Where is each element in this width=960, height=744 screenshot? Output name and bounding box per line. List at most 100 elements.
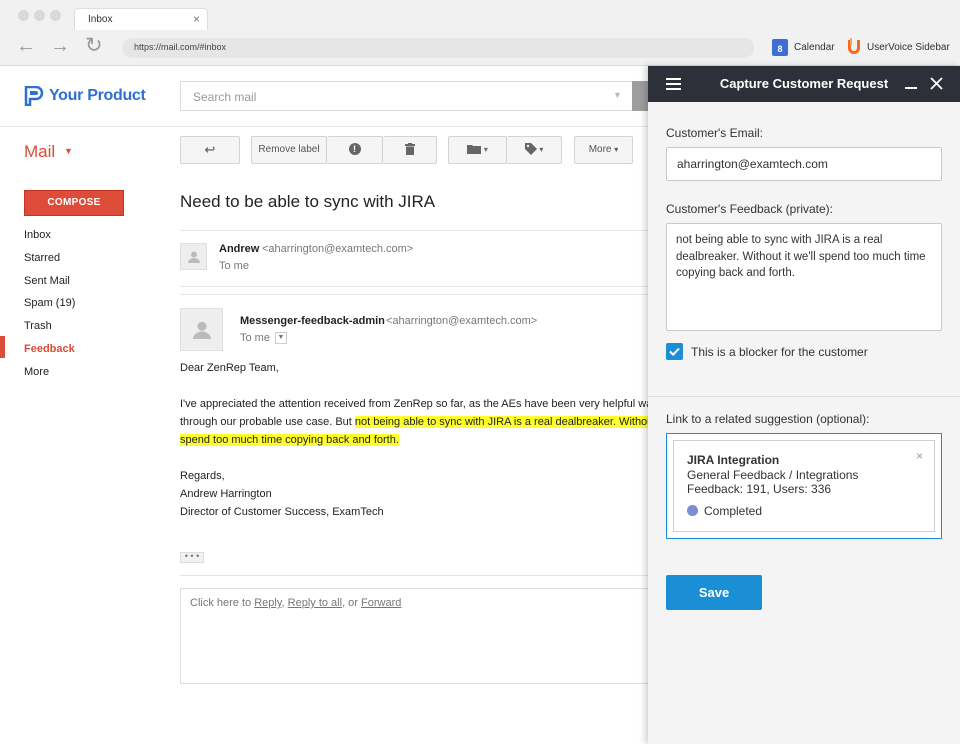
email-body-line: through our probable use case. But not b… — [180, 416, 665, 428]
email-body-line: I've appreciated the attention received … — [180, 398, 663, 410]
move-to-button[interactable]: ▾ — [448, 136, 507, 164]
chevron-down-icon: ▾ — [539, 145, 544, 154]
active-nav-indicator — [0, 336, 5, 358]
sidebar-item-feedback[interactable]: Feedback — [24, 343, 75, 355]
blocker-checkbox-label[interactable]: This is a blocker for the customer — [691, 345, 868, 359]
email-body-text: through our probable use case. But — [180, 416, 355, 428]
back-icon[interactable]: ← — [16, 36, 36, 56]
message-divider — [180, 286, 648, 287]
email-signoff: Regards, — [180, 470, 225, 482]
remove-label-button[interactable]: Remove label — [251, 136, 327, 164]
forward-icon[interactable]: → — [50, 36, 70, 56]
email-signature-title: Director of Customer Success, ExamTech — [180, 506, 384, 518]
feedback-field-label: Customer's Feedback (private): — [666, 202, 834, 216]
suggestion-picker[interactable]: JIRA Integration General Feedback / Inte… — [666, 433, 942, 539]
close-icon[interactable] — [930, 77, 943, 90]
show-details-icon[interactable]: ▼ — [275, 332, 287, 344]
delete-button[interactable] — [383, 136, 437, 164]
labels-button[interactable]: ▾ — [507, 136, 562, 164]
sidebar-item-starred[interactable]: Starred — [24, 252, 60, 264]
chevron-down-icon: ▾ — [614, 145, 619, 154]
sidebar-item-inbox[interactable]: Inbox — [24, 229, 51, 241]
brand-name[interactable]: Your Product — [49, 87, 146, 105]
uservoice-extension-label[interactable]: UserVoice Sidebar — [867, 42, 950, 53]
search-input[interactable]: Search mail ▼ — [180, 81, 650, 111]
reply-prefix: Click here to — [190, 597, 255, 609]
sidebar-item-more[interactable]: More — [24, 366, 49, 378]
browser-chrome: Inbox × ← → ↻ https://mail.com/#inbox 8 … — [0, 0, 960, 66]
sidebar-item-spam[interactable]: Spam (19) — [24, 297, 75, 309]
tab-close-icon[interactable]: × — [193, 12, 200, 26]
sender-name[interactable]: Andrew — [219, 243, 259, 255]
window-zoom-dot[interactable] — [50, 10, 61, 21]
tab-title: Inbox — [88, 14, 113, 25]
feedback-textarea[interactable]: not being able to sync with JIRA is a re… — [666, 223, 942, 331]
feedback-textarea-value: not being able to sync with JIRA is a re… — [676, 234, 926, 279]
reply-icon: ↩ — [204, 142, 216, 157]
sender-name[interactable]: Messenger-feedback-admin — [240, 315, 385, 327]
message-divider — [180, 230, 648, 231]
status-dot-icon — [687, 505, 698, 516]
compose-button[interactable]: COMPOSE — [24, 190, 124, 216]
more-actions-button[interactable]: More ▾ — [574, 136, 633, 164]
recipient-label: To me — [219, 260, 249, 272]
highlighted-text: not being able to sync with JIRA is a re… — [354, 416, 665, 428]
remove-label-text: Remove label — [258, 144, 320, 155]
window-close-dot[interactable] — [18, 10, 29, 21]
show-trimmed-content-button[interactable]: • • • — [180, 552, 204, 563]
report-spam-icon: ! — [348, 143, 361, 156]
email-subject: Need to be able to sync with JIRA — [180, 192, 436, 211]
browser-tab[interactable]: Inbox × — [74, 8, 208, 30]
checkmark-icon — [669, 347, 680, 357]
reply-box[interactable]: Click here to Reply, Reply to all, or Fo… — [180, 588, 648, 684]
calendar-icon[interactable]: 8 — [772, 39, 788, 56]
panel-divider — [648, 396, 960, 397]
more-actions-label: More — [588, 144, 612, 155]
window-minimize-dot[interactable] — [34, 10, 45, 21]
address-bar[interactable]: https://mail.com/#inbox — [122, 38, 754, 58]
calendar-extension-label[interactable]: Calendar — [794, 42, 835, 53]
highlighted-text: spend too much time copying back and for… — [180, 434, 399, 446]
sidebar-item-trash[interactable]: Trash — [24, 320, 52, 332]
blocker-checkbox[interactable] — [666, 343, 683, 360]
avatar — [180, 243, 207, 270]
reply-link[interactable]: Reply — [254, 597, 281, 609]
remove-suggestion-icon[interactable]: × — [916, 449, 923, 463]
url-text: https://mail.com/#inbox — [134, 42, 227, 52]
reply-all-link[interactable]: Reply to all — [288, 597, 342, 609]
report-spam-button[interactable]: ! — [327, 136, 383, 164]
status-badge: Completed — [704, 504, 763, 518]
recipient-label: To me — [240, 332, 270, 344]
brand-logo-icon[interactable] — [24, 86, 46, 106]
search-placeholder: Search mail — [193, 90, 257, 104]
capture-request-panel: Capture Customer Request Customer's Emai… — [648, 66, 960, 744]
trash-icon — [404, 143, 415, 156]
chevron-down-icon[interactable]: ▼ — [64, 146, 73, 156]
sender-email: <aharrington@examtech.com> — [386, 315, 538, 327]
email-body-greeting: Dear ZenRep Team, — [180, 362, 279, 374]
forward-link[interactable]: Forward — [361, 597, 401, 609]
reply-button[interactable]: ↩ — [180, 136, 240, 164]
suggestion-stats: Feedback: 191, Users: 336 — [687, 482, 832, 496]
uservoice-icon[interactable] — [846, 38, 862, 56]
message-divider — [180, 294, 648, 295]
message-divider — [180, 575, 648, 576]
avatar — [180, 308, 223, 351]
suggestion-card[interactable]: JIRA Integration General Feedback / Inte… — [673, 440, 935, 532]
minimize-icon[interactable] — [905, 87, 917, 89]
tag-icon — [524, 143, 537, 156]
mail-menu[interactable]: Mail — [24, 142, 55, 162]
search-options-icon[interactable]: ▼ — [613, 90, 622, 100]
suggestion-category: General Feedback / Integrations — [687, 468, 859, 482]
email-field-value: aharrington@examtech.com — [677, 157, 828, 171]
header-divider — [0, 126, 648, 127]
reload-icon[interactable]: ↻ — [85, 35, 103, 56]
save-button[interactable]: Save — [666, 575, 762, 610]
person-icon — [192, 321, 211, 339]
sidebar-item-sent-mail[interactable]: Sent Mail — [24, 275, 70, 287]
panel-header: Capture Customer Request — [648, 66, 960, 102]
suggestion-title: JIRA Integration — [687, 453, 780, 467]
suggestion-field-label: Link to a related suggestion (optional): — [666, 412, 870, 426]
person-icon — [187, 251, 200, 263]
email-field[interactable]: aharrington@examtech.com — [666, 147, 942, 181]
